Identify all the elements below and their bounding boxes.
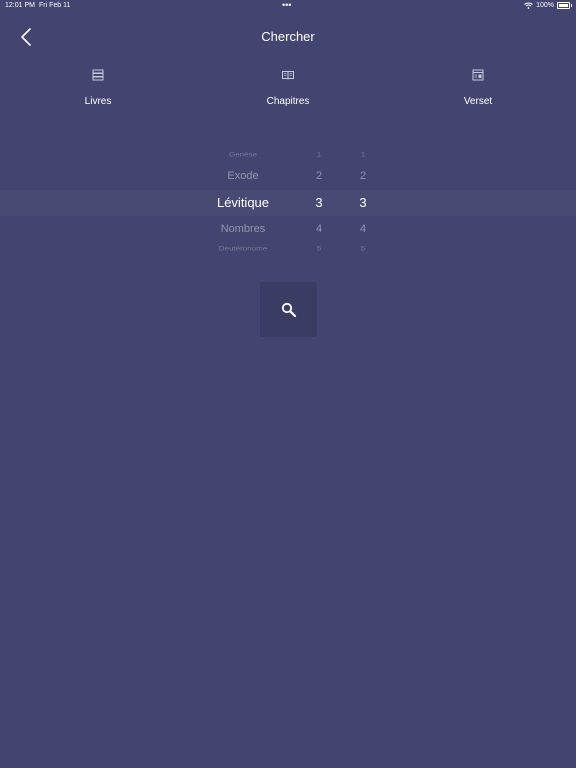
chapter-wheel[interactable]: 1 2 3 4 5 [300, 140, 338, 262]
tab-chapters[interactable]: Chapitres [218, 66, 358, 116]
open-book-icon [282, 71, 294, 80]
book-chapter-verse-picker[interactable]: Genèse Exode Lévitique Nombres Deutérono… [0, 140, 576, 262]
page-title: Chercher [261, 29, 315, 44]
book-option[interactable]: Deutéronome [170, 245, 316, 252]
status-date: Fri Feb 11 [39, 2, 71, 9]
verse-option[interactable]: 5 [345, 245, 381, 252]
chapter-option-selected[interactable]: 3 [300, 195, 338, 210]
multitasking-dots[interactable]: ••• [282, 1, 291, 10]
chapter-option[interactable]: 2 [300, 170, 338, 182]
chapter-option[interactable]: 4 [300, 223, 338, 235]
battery-percent: 100% [536, 2, 554, 9]
search-icon [281, 302, 297, 318]
battery-icon [557, 2, 572, 9]
tab-verse-label: Verset [463, 96, 493, 107]
chapter-option[interactable]: 1 [300, 151, 338, 158]
status-bar: 12:01 PM Fri Feb 11 ••• 100% [0, 0, 576, 12]
chapter-option[interactable]: 5 [300, 245, 338, 252]
verse-option[interactable]: 1 [345, 151, 381, 158]
book-wheel[interactable]: Genèse Exode Lévitique Nombres Deutérono… [170, 140, 316, 262]
tab-books[interactable]: Livres [28, 66, 168, 116]
verse-option[interactable]: 2 [345, 170, 381, 182]
verse-option-selected[interactable]: 3 [345, 195, 381, 210]
status-time: 12:01 PM [5, 2, 35, 9]
book-option-selected[interactable]: Lévitique [170, 195, 316, 210]
books-icon [92, 69, 104, 81]
tab-books-label: Livres [84, 96, 112, 107]
verse-icon [472, 69, 484, 81]
book-option[interactable]: Nombres [170, 223, 316, 235]
status-right: 100% [524, 2, 572, 9]
search-button[interactable] [260, 282, 317, 337]
tab-bar: Livres Chapitres Verset [0, 66, 576, 116]
tab-chapters-label: Chapitres [266, 96, 310, 107]
wifi-icon [524, 2, 533, 9]
verse-option[interactable]: 4 [345, 223, 381, 235]
book-option[interactable]: Genèse [170, 151, 316, 158]
book-option[interactable]: Exode [170, 170, 316, 182]
tab-verse[interactable]: Verset [408, 66, 548, 116]
verse-wheel[interactable]: 1 2 3 4 5 [345, 140, 381, 262]
